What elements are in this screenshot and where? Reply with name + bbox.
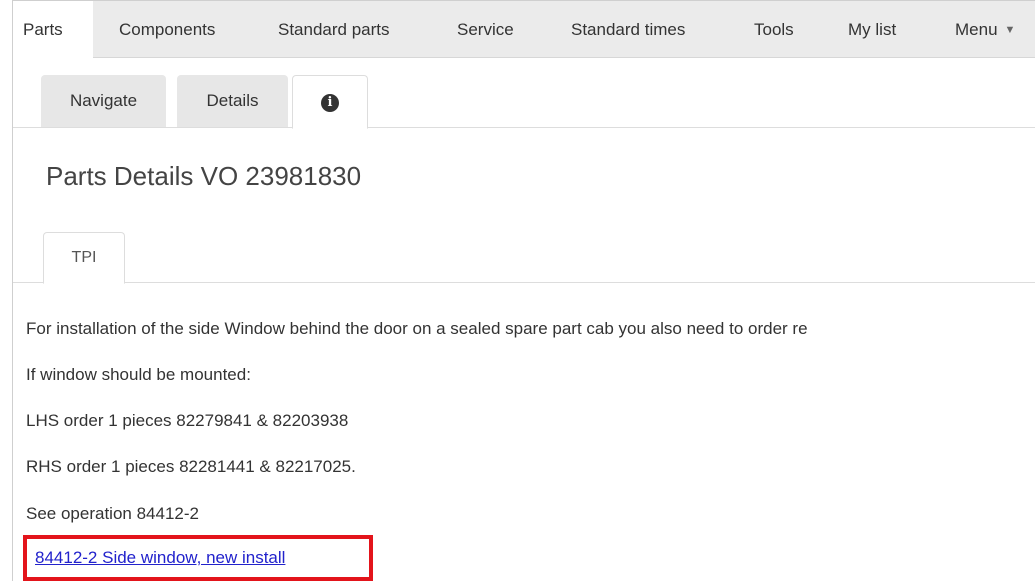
operation-link[interactable]: 84412-2 Side window, new install bbox=[35, 548, 285, 568]
nav-tab-my-list[interactable]: My list bbox=[848, 1, 896, 58]
content-line: For installation of the side Window behi… bbox=[26, 319, 808, 338]
nav-tab-label: Parts bbox=[23, 20, 63, 39]
tab-label: Details bbox=[206, 91, 259, 110]
content-line: RHS order 1 pieces 82281441 & 82217025. bbox=[26, 457, 356, 476]
nav-tab-label: Menu bbox=[955, 20, 998, 39]
tab-details[interactable]: Details bbox=[177, 75, 288, 127]
content-line: LHS order 1 pieces 82279841 & 82203938 bbox=[26, 411, 349, 430]
nav-tab-standard-times[interactable]: Standard times bbox=[571, 1, 685, 58]
top-nav: Parts Components Standard parts Service … bbox=[13, 1, 1035, 59]
app-frame: Parts Components Standard parts Service … bbox=[12, 0, 1035, 581]
nav-tab-label: My list bbox=[848, 20, 897, 39]
tab-navigate[interactable]: Navigate bbox=[41, 75, 166, 127]
nav-tab-label: Components bbox=[119, 20, 216, 39]
nav-tab-tools[interactable]: Tools bbox=[754, 1, 794, 58]
nav-tab-service[interactable]: Service bbox=[457, 1, 514, 58]
tpi-tab-row: TPI bbox=[13, 229, 1035, 284]
nav-tab-standard-parts[interactable]: Standard parts bbox=[278, 1, 390, 58]
page-title: Parts Details VO 23981830 bbox=[46, 161, 362, 191]
nav-tab-label: Service bbox=[457, 20, 514, 39]
highlight-box: 84412-2 Side window, new install bbox=[23, 535, 373, 581]
nav-tab-label: Tools bbox=[754, 20, 794, 39]
tab-info[interactable]: i bbox=[292, 75, 368, 129]
content-line: See operation 84412-2 bbox=[26, 504, 199, 523]
content-line: If window should be mounted: bbox=[26, 365, 251, 384]
nav-tab-label: Standard parts bbox=[278, 20, 390, 39]
sub-tabs: Navigate Details i bbox=[13, 58, 1035, 129]
tab-label: Navigate bbox=[69, 91, 138, 110]
tab-tpi[interactable]: TPI bbox=[43, 232, 125, 284]
info-icon: i bbox=[321, 93, 339, 112]
nav-tab-components[interactable]: Components bbox=[119, 1, 215, 58]
tab-label: TPI bbox=[71, 249, 97, 266]
nav-tab-parts[interactable]: Parts bbox=[13, 1, 93, 59]
nav-menu-dropdown[interactable]: Menu ▼ bbox=[955, 1, 1015, 58]
caret-down-icon: ▼ bbox=[1004, 24, 1016, 36]
nav-tab-label: Standard times bbox=[571, 20, 686, 39]
